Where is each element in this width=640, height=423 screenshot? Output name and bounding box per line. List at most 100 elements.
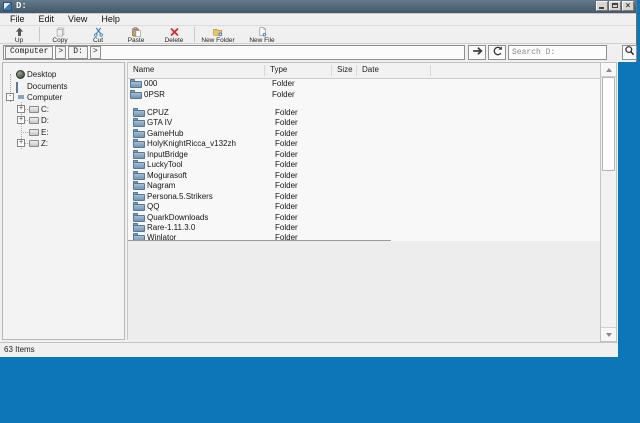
new-folder-icon: [212, 27, 224, 37]
file-row[interactable]: Persona.5.StrikersFolder: [128, 191, 600, 202]
new-file-icon: [257, 27, 268, 37]
close-button[interactable]: ×: [622, 1, 634, 11]
expander-icon[interactable]: +: [17, 105, 25, 113]
delete-button[interactable]: Delete: [155, 26, 193, 43]
file-type: Folder: [272, 78, 295, 89]
refresh-button[interactable]: [488, 45, 506, 60]
drive-icon: [29, 140, 39, 147]
sidebar-item-c[interactable]: + C:: [3, 104, 124, 115]
file-row[interactable]: GTA IVFolder: [128, 117, 600, 128]
file-type: Folder: [275, 170, 298, 181]
copy-button[interactable]: Copy: [41, 26, 79, 43]
cut-button[interactable]: Cut: [79, 26, 117, 43]
file-name: Rare-1.11.3.0: [147, 222, 195, 233]
drive-icon: [29, 106, 39, 113]
file-row[interactable]: NagramFolder: [128, 180, 600, 191]
menu-item-edit[interactable]: Edit: [32, 14, 62, 25]
magnifier-icon: [624, 44, 636, 62]
expander-icon[interactable]: -: [6, 93, 14, 101]
scroll-up-button[interactable]: [601, 63, 616, 77]
breadcrumb-segment-computer[interactable]: Computer: [5, 46, 53, 59]
toolbar-button-label: New File: [249, 37, 274, 44]
file-row[interactable]: HolyKnightRicca_v132zhFolder: [128, 138, 600, 149]
drive-icon: [29, 129, 39, 136]
menu-item-help[interactable]: Help: [94, 14, 127, 25]
file-name: LuckyTool: [147, 159, 183, 170]
breadcrumb-segment-d[interactable]: D:: [68, 46, 88, 59]
sidebar-item-z[interactable]: +Z:: [3, 138, 124, 149]
file-name: Persona.5.Strikers: [147, 191, 213, 202]
file-row[interactable]: QQFolder: [128, 201, 600, 212]
desktop-showthrough: [618, 62, 637, 357]
breadcrumb-chevron[interactable]: >: [55, 46, 66, 59]
column-header-type[interactable]: Type: [270, 63, 287, 77]
sidebar-item-d[interactable]: + D:: [3, 115, 124, 126]
up-arrow-icon: [14, 27, 25, 37]
file-name: QuarkDownloads: [147, 212, 208, 223]
folder-icon: [130, 90, 142, 99]
maximize-button[interactable]: [609, 1, 621, 11]
file-type: Folder: [275, 138, 298, 149]
desktop-icon: [16, 70, 25, 79]
menu-bar: FileEditViewHelp: [0, 13, 636, 26]
paste-icon: [131, 27, 142, 37]
file-row[interactable]: InputBridgeFolder: [128, 149, 600, 160]
file-row[interactable]: WinlatorFolder: [128, 232, 600, 240]
file-row[interactable]: GameHubFolder: [128, 128, 600, 139]
breadcrumb: Computer>D:>: [3, 45, 465, 60]
search-input[interactable]: [508, 45, 607, 60]
column-header-date[interactable]: Date: [362, 63, 379, 77]
scroll-down-button[interactable]: [601, 327, 616, 341]
right-arrow-icon: [471, 44, 484, 62]
file-type: Folder: [275, 222, 298, 233]
file-row[interactable]: CPUZFolder: [128, 107, 600, 118]
item-count: 63 Items: [4, 345, 35, 354]
list-header: Name Type Size Date: [128, 63, 600, 79]
new-file-button[interactable]: New File: [240, 26, 284, 43]
column-header-size[interactable]: Size: [337, 63, 353, 77]
menu-item-file[interactable]: File: [3, 14, 32, 25]
file-row[interactable]: Rare-1.11.3.0 Folder: [128, 222, 600, 233]
sidebar-item-label: Computer: [27, 92, 62, 103]
file-row[interactable]: Mogurasoft Folder: [128, 170, 600, 181]
sidebar-item-e[interactable]: E:: [3, 127, 124, 138]
close-icon: ×: [626, 1, 631, 10]
cut-icon: [93, 27, 104, 37]
file-name: QQ: [147, 201, 159, 212]
expander-icon[interactable]: +: [17, 139, 25, 147]
file-row[interactable]: 0PSRFolder: [128, 89, 600, 100]
sidebar-item-label: D:: [41, 115, 49, 126]
minimize-button[interactable]: [596, 1, 608, 11]
sidebar-item-label: Documents: [27, 81, 67, 92]
new-folder-button[interactable]: New Folder: [196, 26, 240, 43]
sidebar-item-desktop[interactable]: Desktop: [3, 69, 124, 80]
sidebar-item-computer[interactable]: - Computer: [3, 92, 124, 103]
tree-connector-stub: [21, 132, 28, 133]
folder-icon: [133, 108, 145, 117]
expander-icon[interactable]: +: [17, 116, 25, 124]
go-button[interactable]: [468, 45, 486, 60]
sidebar-item-documents[interactable]: Documents: [3, 81, 124, 92]
file-row[interactable]: 000Folder: [128, 78, 600, 89]
column-separator: [331, 65, 332, 76]
scrollbar-thumb[interactable]: [602, 77, 615, 171]
file-type: Folder: [275, 107, 298, 118]
vertical-scrollbar[interactable]: [600, 62, 617, 342]
search-button[interactable]: [622, 45, 637, 60]
toolbar-button-label: Up: [15, 37, 23, 44]
file-type: Folder: [272, 89, 295, 100]
paste-button[interactable]: Paste: [117, 26, 155, 43]
breadcrumb-chevron[interactable]: >: [90, 46, 101, 59]
toolbar-button-label: Cut: [93, 37, 103, 44]
menu-item-view[interactable]: View: [61, 14, 94, 25]
title-bar[interactable]: D: ×: [0, 0, 636, 13]
column-separator: [264, 65, 265, 76]
file-name: Mogurasoft: [147, 170, 187, 181]
sidebar-item-label: C:: [41, 104, 49, 115]
toolbar: Up Copy Cut PasteDeleteNew Folder New File: [0, 26, 636, 44]
up-button[interactable]: Up: [0, 26, 38, 43]
file-row[interactable]: QuarkDownloadsFolder: [128, 212, 600, 223]
column-header-name[interactable]: Name: [133, 63, 154, 77]
file-row[interactable]: LuckyToolFolder: [128, 159, 600, 170]
documents-icon: [16, 82, 18, 93]
